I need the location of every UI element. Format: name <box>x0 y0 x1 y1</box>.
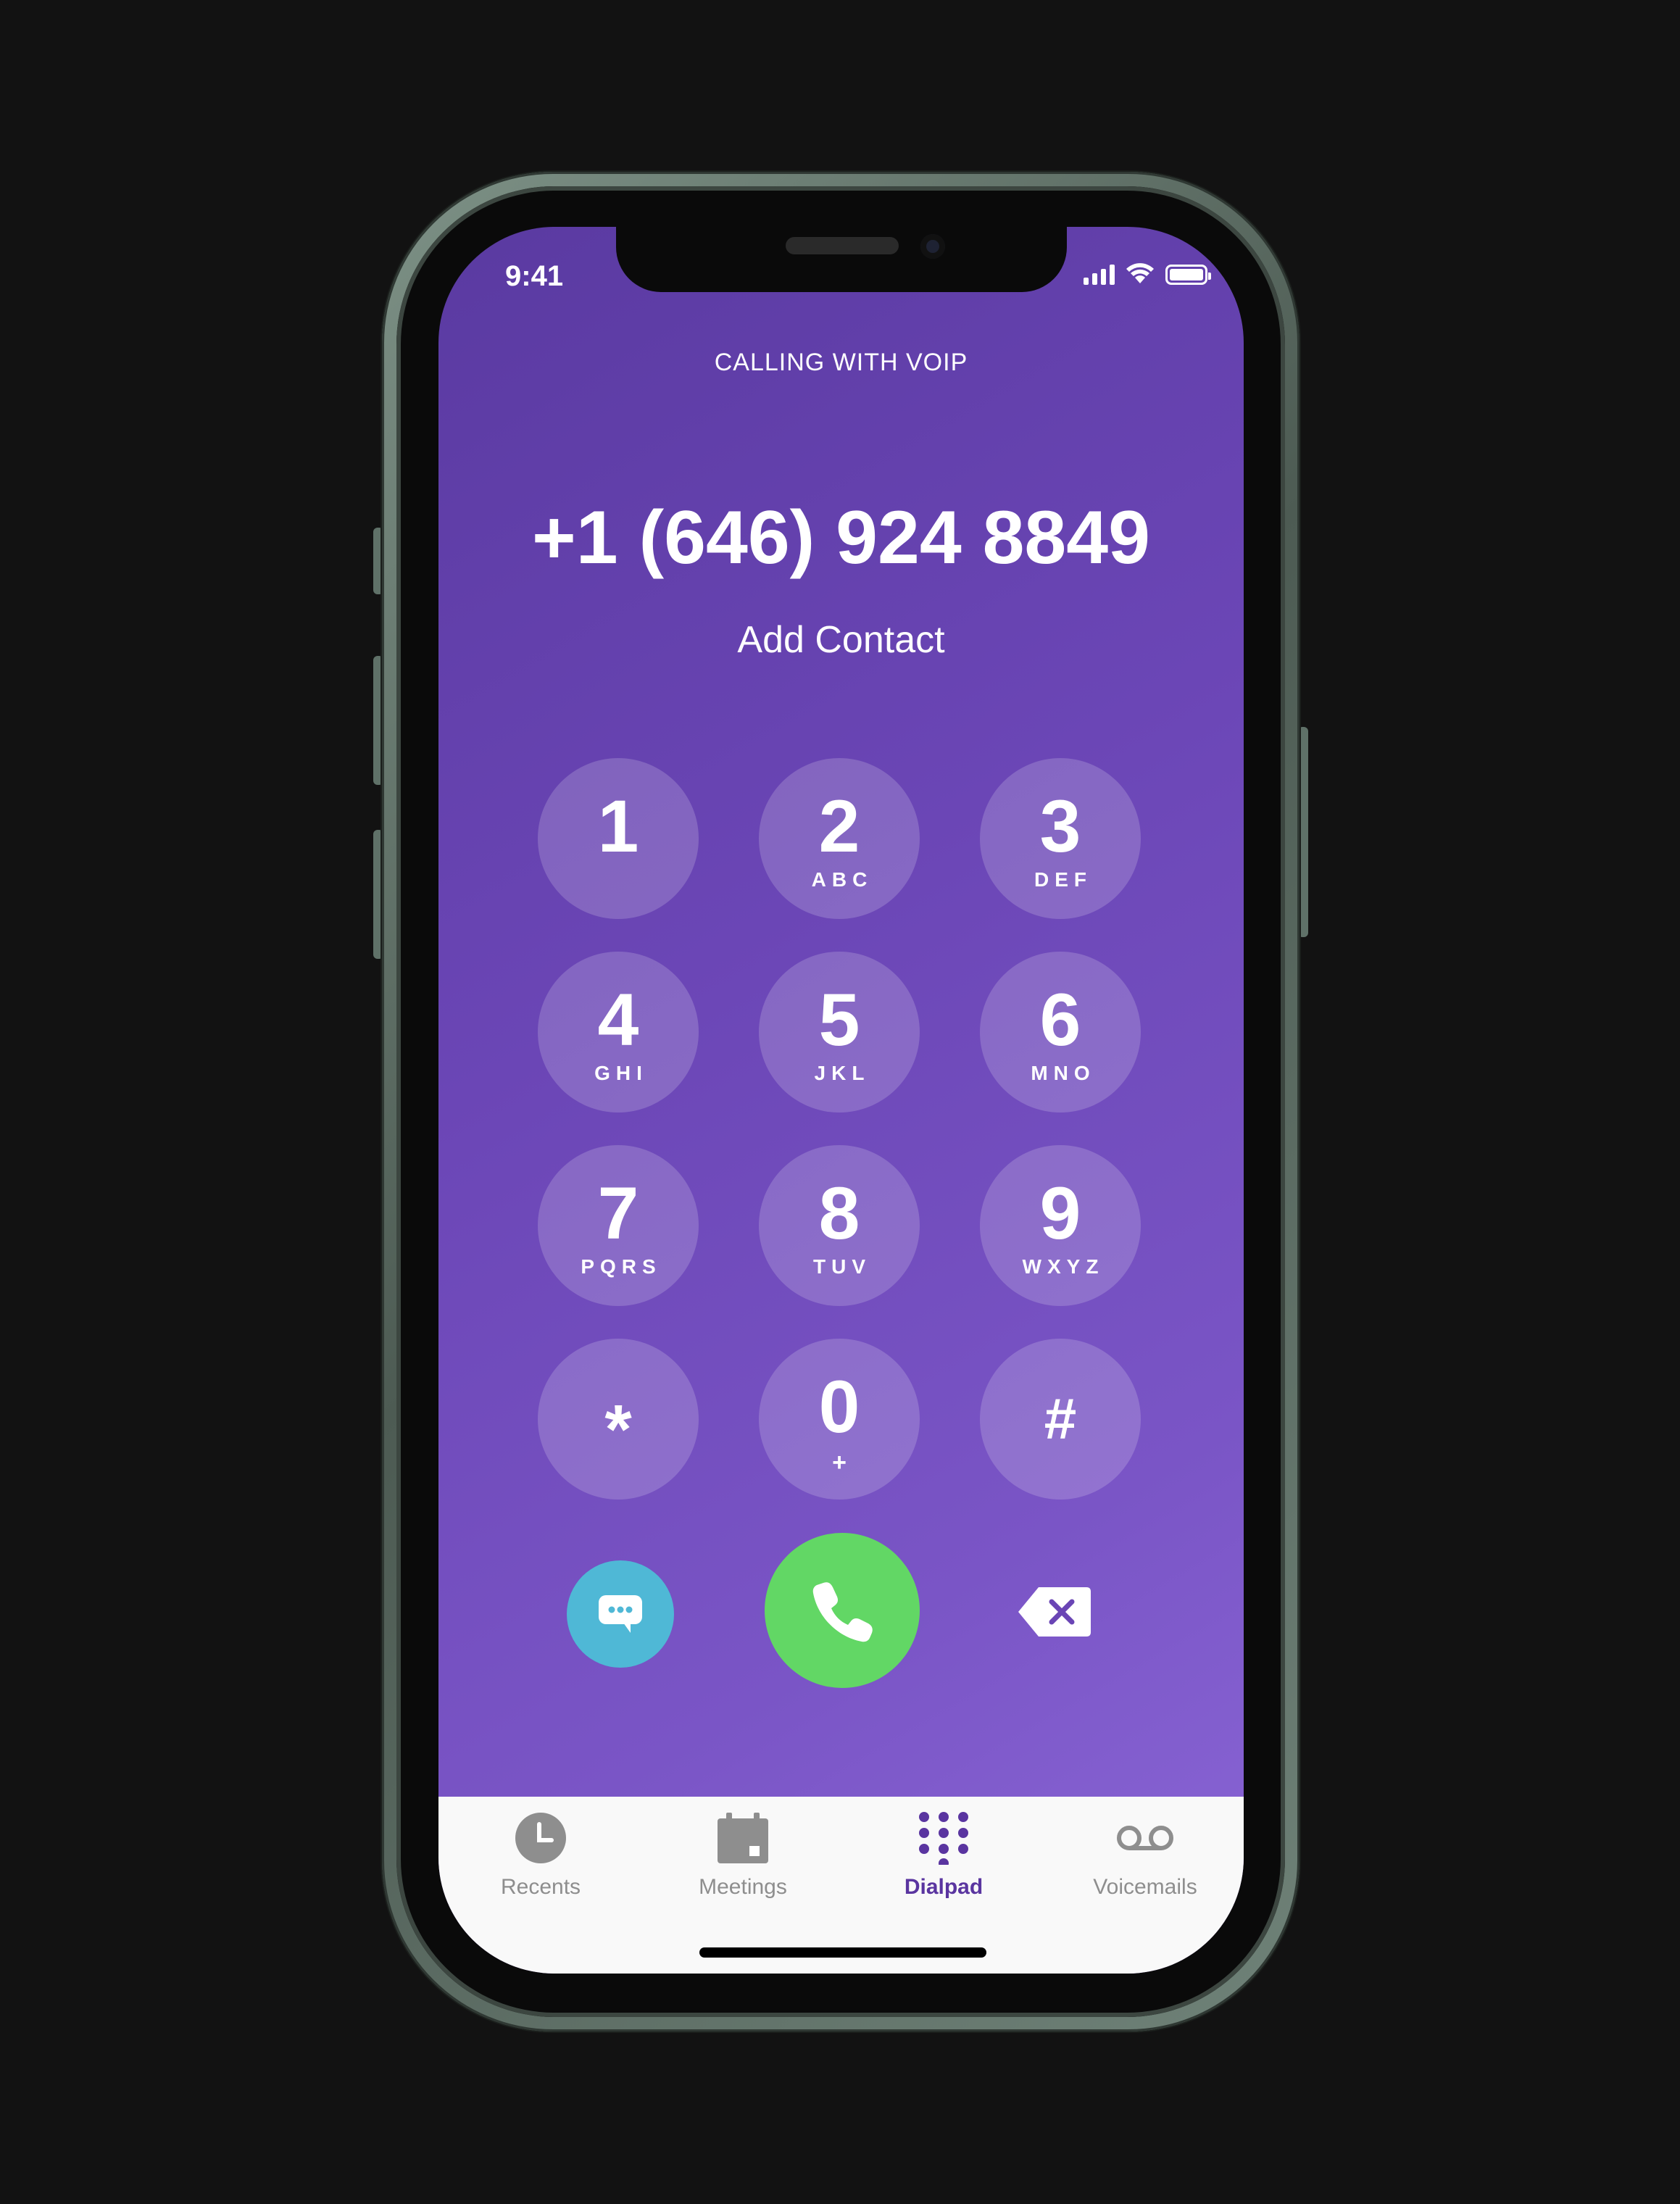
dialpad: 1 2 ABC 3 DEF 4 GHI 5 JKL 6 MNO 7 PQRS 8 <box>538 758 1144 1500</box>
dialpad-icon <box>919 1812 968 1865</box>
key-letters: TUV <box>813 1255 871 1278</box>
key-letters: DEF <box>1034 868 1092 891</box>
key-6[interactable]: 6 MNO <box>980 952 1141 1113</box>
message-bubble-icon <box>599 1595 642 1633</box>
key-digit: 4 <box>597 978 639 1061</box>
status-time: 9:41 <box>505 260 564 292</box>
cellular-signal-icon <box>1084 263 1115 285</box>
tab-bar: Recents Meetings Dialpad Voicemails <box>438 1797 1244 1974</box>
tab-label: Meetings <box>699 1875 787 1899</box>
power-button <box>1298 727 1308 937</box>
key-letters: JKL <box>814 1062 870 1084</box>
phone-screen: 9:41 CALLING WITH VOIP +1 (646) 924 8849… <box>438 227 1244 1974</box>
tab-label: Voicemails <box>1093 1875 1197 1899</box>
key-digit: 3 <box>1039 785 1081 868</box>
key-letters: ABC <box>811 868 873 891</box>
key-digit: * <box>604 1391 632 1468</box>
message-button[interactable] <box>567 1560 674 1668</box>
key-0[interactable]: 0 + <box>759 1339 920 1500</box>
key-1[interactable]: 1 <box>538 758 699 919</box>
home-indicator <box>699 1947 986 1958</box>
key-hash[interactable]: # <box>980 1339 1141 1500</box>
dialed-number: +1 (646) 924 8849 <box>532 496 1150 580</box>
tab-dialpad[interactable]: Dialpad <box>864 1810 1023 1900</box>
key-4[interactable]: 4 GHI <box>538 952 699 1113</box>
key-2[interactable]: 2 ABC <box>759 758 920 919</box>
add-contact-link[interactable]: Add Contact <box>438 618 1244 662</box>
notch <box>616 227 1067 292</box>
key-digit: 8 <box>818 1172 860 1255</box>
key-letters: WXYZ <box>1022 1255 1105 1278</box>
phone-icon <box>812 1582 873 1642</box>
status-icons <box>1084 262 1211 285</box>
tab-voicemails[interactable]: Voicemails <box>1065 1810 1225 1900</box>
calendar-icon <box>718 1813 768 1863</box>
key-digit: 1 <box>597 785 639 868</box>
key-letters: PQRS <box>581 1255 662 1278</box>
key-star[interactable]: * <box>538 1339 699 1500</box>
key-digit: 6 <box>1039 978 1081 1061</box>
key-3[interactable]: 3 DEF <box>980 758 1141 919</box>
key-digit: 7 <box>597 1172 639 1255</box>
calling-mode-label: CALLING WITH VOIP <box>714 349 968 376</box>
tab-recents[interactable]: Recents <box>461 1810 620 1900</box>
wifi-icon <box>1126 263 1154 283</box>
key-9[interactable]: 9 WXYZ <box>980 1145 1141 1306</box>
key-digit: # <box>1044 1386 1077 1451</box>
delete-button[interactable] <box>1017 1584 1092 1640</box>
key-5[interactable]: 5 JKL <box>759 952 920 1113</box>
key-digit: 9 <box>1039 1172 1081 1255</box>
front-camera <box>920 234 945 259</box>
key-8[interactable]: 8 TUV <box>759 1145 920 1306</box>
tab-label: Dialpad <box>904 1875 984 1899</box>
key-digit: 2 <box>818 785 860 868</box>
key-letters: MNO <box>1031 1062 1096 1084</box>
clock-icon <box>515 1813 566 1863</box>
voicemail-icon <box>1117 1826 1173 1850</box>
key-digit: 5 <box>818 978 860 1061</box>
key-letters: + <box>832 1449 847 1476</box>
backspace-icon <box>1018 1587 1091 1637</box>
key-7[interactable]: 7 PQRS <box>538 1145 699 1306</box>
key-digit: 0 <box>818 1365 860 1448</box>
key-letters: GHI <box>594 1062 648 1084</box>
speaker-grille <box>786 237 899 254</box>
call-button[interactable] <box>765 1533 920 1688</box>
tab-label: Recents <box>500 1875 581 1899</box>
tab-meetings[interactable]: Meetings <box>663 1810 823 1900</box>
battery-icon <box>1165 265 1211 285</box>
